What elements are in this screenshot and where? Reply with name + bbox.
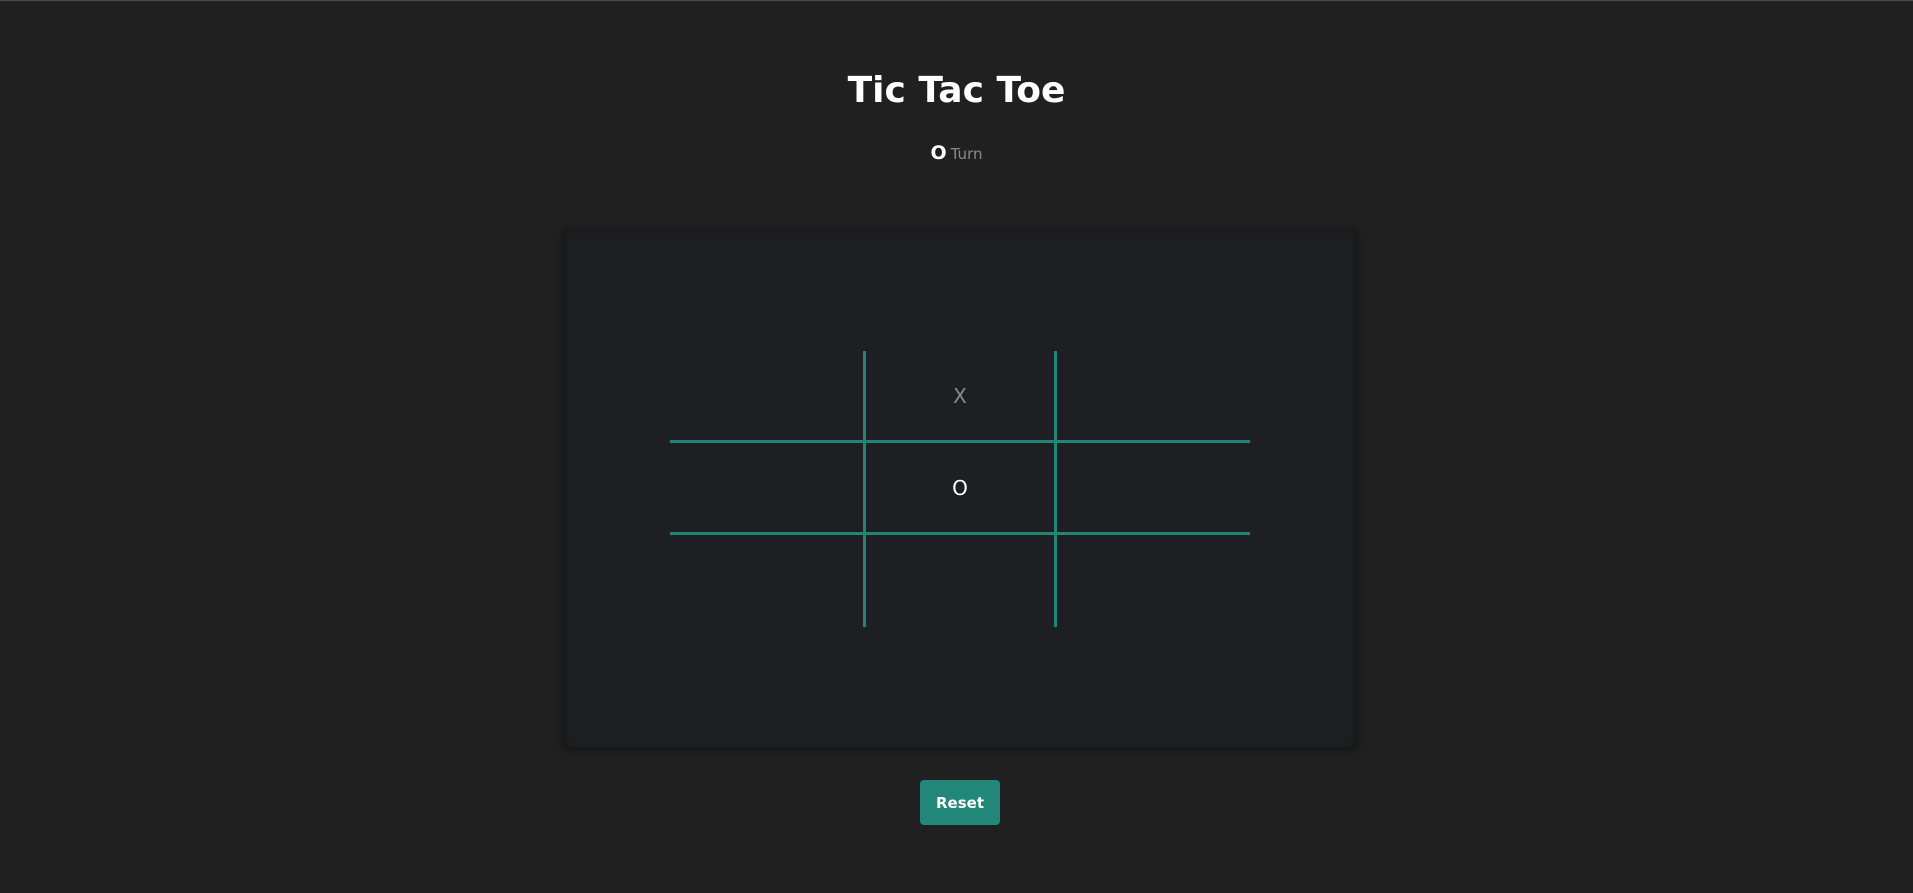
current-player: O xyxy=(930,142,947,164)
board-cell[interactable] xyxy=(863,535,1057,627)
board-cell[interactable] xyxy=(1057,535,1250,627)
reset-button[interactable]: Reset xyxy=(920,780,1000,825)
board-cell[interactable] xyxy=(670,351,863,443)
board-cell[interactable] xyxy=(1057,443,1250,535)
board-cell[interactable] xyxy=(670,443,863,535)
board-cell[interactable]: X xyxy=(863,351,1057,443)
board-cell[interactable]: O xyxy=(863,443,1057,535)
game-title: Tic Tac Toe xyxy=(847,70,1066,111)
board-card: X O xyxy=(564,229,1356,748)
turn-label: Turn xyxy=(950,145,983,163)
board-cell[interactable] xyxy=(670,535,863,627)
turn-indicator: O Turn xyxy=(0,141,1913,166)
board-cell[interactable] xyxy=(1057,351,1250,443)
game-board: X O xyxy=(670,351,1250,627)
